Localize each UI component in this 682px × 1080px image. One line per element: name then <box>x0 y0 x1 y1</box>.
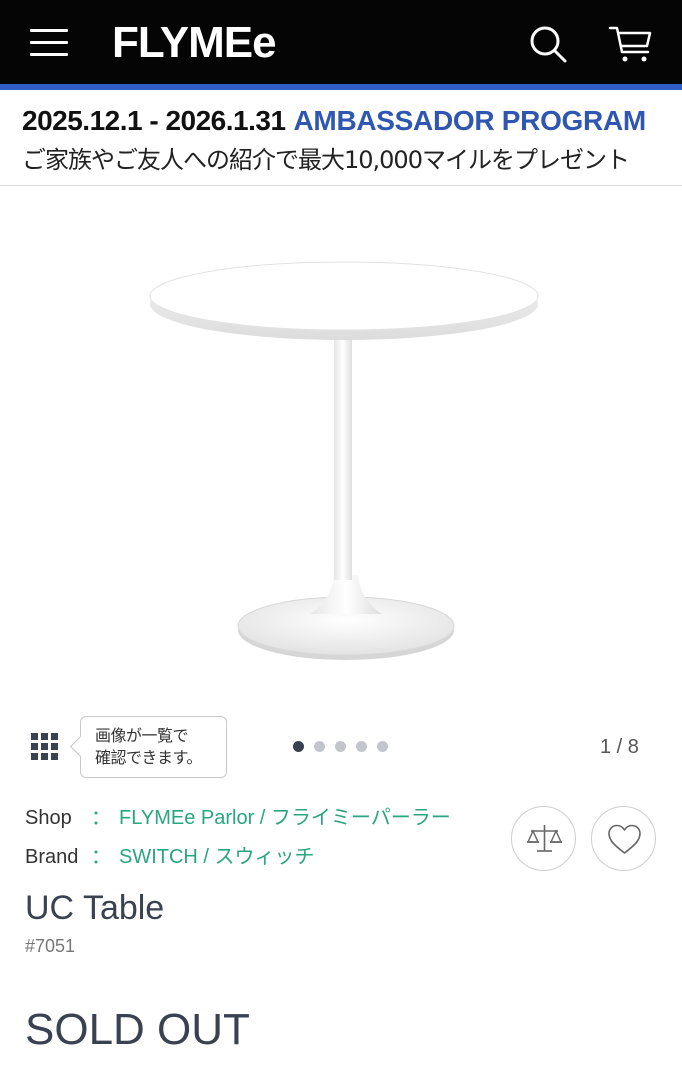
product-image[interactable] <box>120 230 560 690</box>
search-icon[interactable] <box>528 24 568 64</box>
product-title: UC Table <box>25 889 165 927</box>
carousel-dot[interactable] <box>314 741 325 752</box>
carousel-dot[interactable] <box>377 741 388 752</box>
sold-out-status: SOLD OUT <box>25 1005 250 1054</box>
scale-compare-icon <box>526 825 563 852</box>
carousel-dot[interactable] <box>356 741 367 752</box>
shop-colon: ： <box>91 807 111 829</box>
shop-label: Shop <box>25 807 72 829</box>
grid-icon[interactable] <box>28 730 62 764</box>
site-logo[interactable]: FLYMEe <box>112 18 277 68</box>
cart-icon[interactable] <box>608 24 654 64</box>
banner-subtitle: ご家族やご友人への紹介で最大10,000マイルをプレゼント <box>22 146 630 174</box>
gallery-tooltip: 画像が一覧で 確認できます。 <box>80 716 227 778</box>
brand-row: Brand ： SWITCH / スウィッチ <box>25 844 315 870</box>
site-header: FLYMEe <box>0 0 682 84</box>
carousel-dot[interactable] <box>293 741 304 752</box>
hamburger-menu-icon[interactable] <box>30 28 68 58</box>
product-id: #7051 <box>25 936 76 956</box>
carousel-dot[interactable] <box>335 741 346 752</box>
ambassador-banner[interactable]: 2025.12.1 - 2026.1.31 AMBASSADOR PROGRAM … <box>0 90 682 186</box>
banner-dates: 2025.12.1 - 2026.1.31 <box>22 105 286 136</box>
brand-label: Brand <box>25 846 79 868</box>
tooltip-text: 画像が一覧で 確認できます。 <box>95 726 202 767</box>
shop-row: Shop ： FLYMEe Parlor / フライミーパーラー <box>25 805 451 831</box>
shop-link[interactable]: FLYMEe Parlor / フライミーパーラー <box>119 807 451 829</box>
brand-colon: ： <box>91 846 111 868</box>
compare-button[interactable] <box>511 806 576 871</box>
image-counter: 1 / 8 <box>600 736 639 758</box>
favorite-button[interactable] <box>591 806 656 871</box>
banner-headline: 2025.12.1 - 2026.1.31 AMBASSADOR PROGRAM <box>22 104 646 143</box>
heart-icon <box>608 824 641 854</box>
brand-link[interactable]: SWITCH / スウィッチ <box>119 846 315 868</box>
banner-program: AMBASSADOR PROGRAM <box>293 105 647 136</box>
